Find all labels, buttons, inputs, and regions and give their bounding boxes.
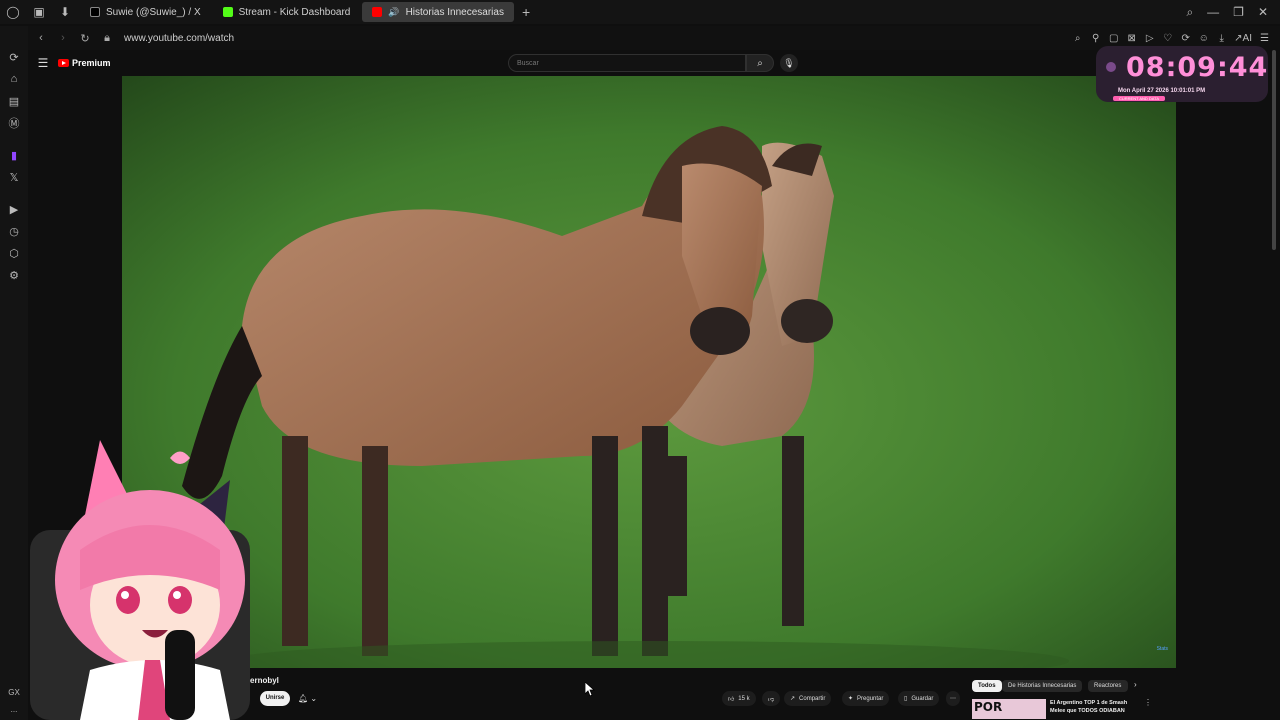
clock-tag: CURRENT AND DATA: [1113, 96, 1165, 101]
menu-icon[interactable]: ☰: [1259, 33, 1270, 44]
minimize-icon[interactable]: —: [1207, 5, 1219, 19]
stats-label: Stats: [1156, 646, 1168, 652]
address-bar: ‹ › ↻ 🔒︎ www.youtube.com/watch ⌕ ⚲ ▢ ⊠ ▷…: [28, 26, 1280, 50]
clock-overlay: 08:09:44 Mon April 27 2026 10:01:01 PM C…: [1096, 46, 1268, 102]
extension-icon[interactable]: ⟳: [1180, 33, 1191, 44]
gx-control-icon[interactable]: ⟳: [0, 46, 28, 68]
bookmark-icon: ▯: [904, 696, 908, 702]
ask-label: Preguntar: [857, 695, 884, 702]
player-icon[interactable]: ▷: [1144, 33, 1155, 44]
search-icon: ⌕: [757, 57, 763, 69]
page-scrollbar[interactable]: [1272, 50, 1276, 250]
clock-date: Mon April 27 2026 10:01:01 PM: [1118, 88, 1206, 94]
kebab-menu-icon[interactable]: ⋮: [1144, 698, 1152, 707]
hamburger-menu-icon[interactable]: ☰: [28, 56, 58, 70]
back-icon[interactable]: ‹: [32, 32, 50, 44]
snapshot-icon[interactable]: ▢: [1108, 33, 1119, 44]
twitch-icon[interactable]: ▮: [0, 144, 28, 166]
clock-time: 08:09:44: [1126, 52, 1269, 83]
save-label: Guardar: [911, 695, 934, 702]
more-icon: ⋯: [950, 696, 956, 702]
video-frame-horses: [122, 76, 1176, 668]
dislike-button[interactable]: 👎︎: [762, 691, 781, 706]
thumbs-down-icon: 👎︎: [768, 696, 775, 703]
youtube-favicon-icon: [372, 7, 383, 17]
gx-cleaner-icon[interactable]: ⌂: [0, 68, 28, 90]
profile-icon[interactable]: ☺: [1198, 33, 1209, 44]
save-button[interactable]: ▯ Guardar: [898, 691, 940, 706]
zoom-icon[interactable]: ⌕: [1072, 33, 1083, 44]
join-button[interactable]: Unirse: [260, 691, 290, 706]
bookmark-icon[interactable]: ⚲: [1090, 33, 1101, 44]
opera-gx-logo-icon[interactable]: ◯: [0, 0, 26, 24]
history-icon[interactable]: ◷: [0, 220, 28, 242]
clock-dot-icon: [1106, 62, 1116, 72]
chip-all[interactable]: Todos: [972, 680, 1002, 692]
speaker-icon[interactable]: 🔊: [388, 7, 399, 18]
tab-x-profile[interactable]: Suwie (@Suwie_) / X: [80, 2, 211, 22]
download-icon[interactable]: ⤓: [1216, 33, 1227, 44]
url-field[interactable]: www.youtube.com/watch: [124, 33, 234, 44]
logo-text: Premium: [72, 58, 111, 68]
close-icon[interactable]: ✕: [1258, 5, 1268, 19]
tab-label: Stream - Kick Dashboard: [238, 6, 351, 18]
video-player[interactable]: Stats: [122, 76, 1176, 668]
extensions-icon[interactable]: ⬡: [0, 242, 28, 264]
vtuber-avatar-art: [30, 440, 250, 720]
recommended-title[interactable]: El Argentino TOP 1 de Smash Melee que TO…: [1050, 699, 1142, 715]
more-actions-button[interactable]: ⋯: [946, 691, 960, 706]
x-favicon-icon: [90, 7, 100, 17]
right-panel: [1176, 76, 1280, 668]
settings-icon[interactable]: ⚙: [0, 264, 28, 286]
search-box: [508, 54, 746, 72]
reload-icon[interactable]: ↻: [76, 32, 94, 45]
youtube-logo[interactable]: Premium: [58, 58, 111, 68]
search-button[interactable]: ⌕: [746, 54, 774, 72]
youtube-header: ☰ Premium ⌕ 🎙︎: [28, 50, 1280, 76]
gx-label[interactable]: GX: [8, 688, 20, 697]
share-icon: ↗: [790, 696, 796, 702]
like-count: 15 k: [738, 695, 750, 702]
x-icon[interactable]: 𝕏: [0, 166, 28, 188]
like-button[interactable]: 👍︎ 15 k: [722, 691, 756, 706]
kick-favicon-icon: [222, 7, 233, 17]
search-input[interactable]: [517, 59, 745, 67]
notifications-bell-icon[interactable]: 🔔︎ ⌄: [298, 691, 324, 706]
vtuber-avatar: [20, 440, 260, 720]
voice-search-button[interactable]: 🎙︎: [780, 54, 798, 72]
ask-button[interactable]: ✦ Preguntar: [842, 691, 890, 706]
workspaces-icon[interactable]: ▣: [26, 0, 52, 24]
chip-related[interactable]: Reactores: [1088, 680, 1128, 692]
tab-label: Historias Innecesarias: [405, 6, 504, 18]
pinned-icon[interactable]: ⬇: [52, 0, 78, 24]
m-icon[interactable]: Ⓜ: [0, 112, 28, 134]
recommended-thumbnail[interactable]: POR: [972, 699, 1046, 719]
chevron-right-icon[interactable]: ›: [1134, 680, 1137, 689]
adblock-icon[interactable]: ⊠: [1126, 33, 1137, 44]
mic-icon: 🎙︎: [783, 57, 795, 68]
youtube-play-icon: [58, 59, 69, 67]
thumbs-up-icon: 👍︎: [728, 696, 735, 703]
sparkle-icon: ✦: [848, 696, 854, 702]
lock-icon: 🔒︎: [104, 31, 110, 44]
more-icon[interactable]: ...: [11, 705, 18, 714]
share-button[interactable]: ↗ Compartir: [784, 691, 832, 706]
chip-channel[interactable]: De Historias Innecesarias: [1002, 680, 1083, 692]
mouse-cursor-icon: [585, 682, 595, 696]
wallpaper-icon[interactable]: ▤: [0, 90, 28, 112]
ai-icon[interactable]: ↗AI: [1234, 33, 1252, 44]
tab-label: Suwie (@Suwie_) / X: [106, 6, 201, 18]
heart-icon[interactable]: ♡: [1162, 33, 1173, 44]
tab-kick-dashboard[interactable]: Stream - Kick Dashboard: [213, 2, 361, 22]
thumbnail-text: POR: [974, 700, 1003, 714]
browser-tab-bar: ◯ ▣ ⬇ Suwie (@Suwie_) / X Stream - Kick …: [0, 0, 1280, 24]
forward-icon[interactable]: ›: [54, 32, 72, 44]
share-label: Compartir: [799, 695, 826, 702]
restore-icon[interactable]: ❐: [1233, 5, 1244, 19]
tab-youtube-video[interactable]: 🔊 Historias Innecesarias: [362, 2, 514, 22]
player-icon[interactable]: ▶: [0, 198, 28, 220]
new-tab-button[interactable]: +: [514, 4, 538, 20]
search-tabs-icon[interactable]: ⌕: [1186, 5, 1193, 20]
